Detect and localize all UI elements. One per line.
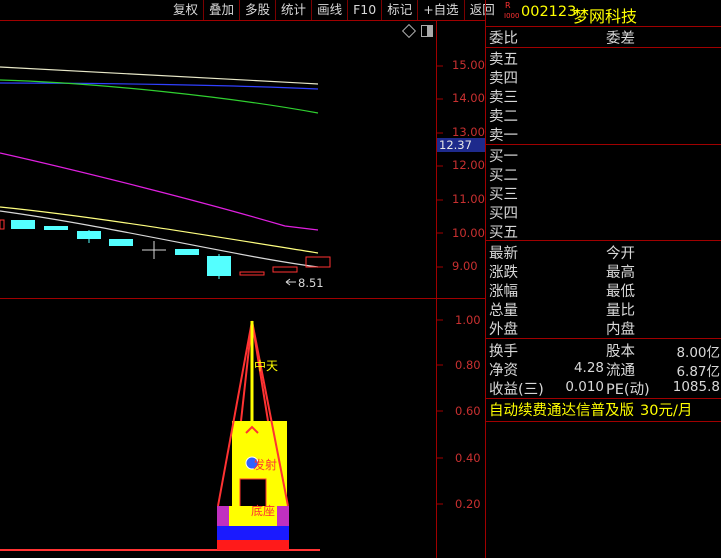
zhongtian-label: 中天 — [254, 359, 279, 373]
candle — [175, 249, 199, 255]
latest-label: 最新 — [489, 246, 518, 262]
indicator-axis-label: 0.80 — [455, 358, 481, 372]
pe-value: 1085.8 — [672, 379, 720, 395]
price-axis-label: 11.00 — [452, 192, 485, 206]
rocket-base-red — [217, 540, 289, 550]
pe-label: PE(动) — [606, 382, 650, 398]
toolbar-multi-stock-button[interactable]: 多股 — [239, 0, 275, 20]
price-axis-label: 15.00 — [452, 58, 485, 72]
indicator-axis-label: 0.40 — [455, 451, 481, 465]
ma-light-line — [0, 210, 319, 268]
buy-5-label: 买五 — [489, 225, 518, 241]
toolbar-add-watchlist-button[interactable]: +自选 — [417, 0, 463, 20]
sell-2-label: 卖二 — [489, 109, 518, 125]
stock-header: R I000 002123 梦网科技 — [486, 0, 721, 27]
order-diff-label: 委差 — [606, 31, 635, 47]
sell-5-label: 卖五 — [489, 52, 518, 68]
candle — [77, 231, 101, 239]
fasheng-label: 发射 — [253, 458, 278, 472]
sell-1-label: 卖一 — [489, 128, 518, 144]
toolbar-draw-line-button[interactable]: 画线 — [311, 0, 347, 20]
toolbar-f10-button[interactable]: F10 — [347, 0, 381, 20]
rocket-base-blue — [217, 526, 289, 540]
candle — [44, 226, 68, 230]
net-asset-value: 4.28 — [573, 360, 604, 376]
buy-3-label: 买三 — [489, 187, 518, 203]
ma-green-line — [0, 79, 319, 114]
stock-name: 梦网科技 — [573, 7, 638, 26]
buy-4-label: 买四 — [489, 206, 518, 222]
price-axis-label: 12.00 — [452, 158, 485, 172]
candle — [109, 239, 133, 246]
ma-blue-line — [0, 82, 319, 90]
price-axis-label: 14.00 — [452, 91, 485, 105]
subscription-ad[interactable]: 自动续费通达信普及版 30元/月 — [489, 399, 692, 420]
candle — [207, 256, 231, 276]
low-price-label: 8.51 — [298, 276, 324, 290]
net-asset-label: 净资 — [489, 363, 518, 379]
chart-toolbar: 复权 叠加 多股 统计 画线 F10 标记 +自选 返回 — [168, 0, 500, 20]
open-label: 今开 — [606, 246, 635, 262]
indicator-axis-label: 1.00 — [455, 313, 481, 327]
candle — [272, 266, 298, 273]
stock-code: 002123 — [521, 4, 577, 20]
share-capital-label: 股本 — [606, 344, 635, 360]
high-label: 最高 — [606, 265, 635, 281]
price-axis-label: 13.00 — [452, 125, 485, 139]
sell-4-label: 卖四 — [489, 71, 518, 87]
share-capital-value: 8.00亿 — [676, 345, 720, 361]
rocket-indicator-chart — [0, 320, 320, 551]
float-label: 流通 — [606, 363, 635, 379]
axis-ticks — [437, 65, 443, 505]
eps-label: 收益(三) — [489, 382, 544, 398]
low-label: 最低 — [606, 284, 635, 300]
buy-2-label: 买二 — [489, 168, 518, 184]
change-pct-label: 涨幅 — [489, 284, 518, 300]
toolbar-statistics-button[interactable]: 统计 — [275, 0, 311, 20]
ma-white-line — [0, 66, 319, 85]
kline-chart[interactable] — [0, 21, 436, 298]
toolbar-mark-button[interactable]: 标记 — [381, 0, 417, 20]
r-badge-sub: I000 — [504, 12, 520, 20]
turnover-label: 换手 — [489, 344, 518, 360]
inner-label: 内盘 — [606, 322, 635, 338]
order-ratio-label: 委比 — [489, 31, 518, 47]
float-value: 6.87亿 — [676, 364, 720, 380]
outer-label: 外盘 — [489, 322, 518, 338]
volume-label: 总量 — [489, 303, 518, 319]
subscription-price: 30元/月 — [640, 403, 693, 419]
buy-1-label: 买一 — [489, 149, 518, 165]
candle — [239, 271, 265, 276]
sell-3-label: 卖三 — [489, 90, 518, 106]
panel-separator — [485, 0, 486, 558]
candle — [0, 219, 5, 230]
indicator-axis-label: 0.60 — [455, 404, 481, 418]
indicator-axis-label: 0.20 — [455, 497, 481, 511]
price-axis-label: 10.00 — [452, 226, 485, 240]
dizuo-label: 底座 — [251, 504, 276, 518]
change-label: 涨跌 — [489, 265, 518, 281]
toolbar-overlay-button[interactable]: 叠加 — [203, 0, 239, 20]
subscription-ad-text: 自动续费通达信普及版 — [489, 403, 634, 419]
candle — [11, 220, 35, 229]
r-badge: R — [505, 1, 511, 10]
price-axis-label: 9.00 — [452, 259, 478, 273]
volume-ratio-label: 量比 — [606, 303, 635, 319]
eps-value: 0.010 — [565, 379, 604, 395]
toolbar-restore-rights-button[interactable]: 复权 — [168, 0, 203, 20]
